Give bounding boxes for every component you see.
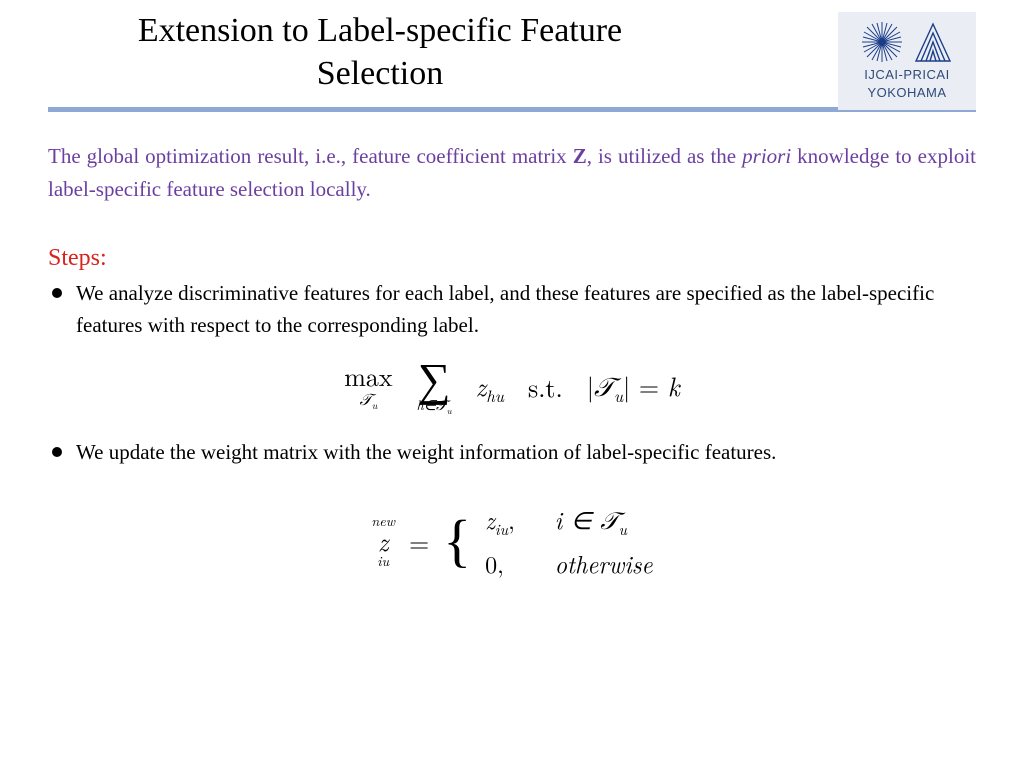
header: Extension to Label-specific Feature Sele… xyxy=(0,0,1024,112)
intro-ital: priori xyxy=(742,144,791,168)
step-2: We update the weight matrix with the wei… xyxy=(76,437,976,469)
eq2-c1-set-sub: u xyxy=(619,517,627,540)
eq1-st: s.t. xyxy=(528,368,563,405)
eq1-set-sub-b: u xyxy=(447,404,452,417)
triangle-icon xyxy=(913,21,953,63)
header-rule xyxy=(48,107,976,112)
eq1-sum-under-pre: h∈ xyxy=(417,395,436,415)
eq1-set-a: 𝒯 xyxy=(360,392,372,409)
eq2-c1-sub: iu xyxy=(495,517,508,540)
eq2-c1-comma: , xyxy=(508,502,515,536)
brace-icon: { xyxy=(443,515,471,567)
eq1-max: max xyxy=(344,363,392,389)
steps-list-2: We update the weight matrix with the wei… xyxy=(48,437,976,469)
steps-list: We analyze discriminative features for e… xyxy=(48,278,976,341)
eq2-c1-set: 𝒯 xyxy=(600,509,618,535)
intro-paragraph: The global optimization result, i.e., fe… xyxy=(48,140,976,205)
sigma-icon: ∑ xyxy=(418,359,451,396)
eq1-set-sub-c: u xyxy=(614,383,623,407)
conference-logo: IJCAI-PRICAI YOKOHAMA xyxy=(838,12,976,110)
eq2-c2-cond: otherwise xyxy=(555,546,653,580)
eq2-equals: = xyxy=(409,523,429,560)
eq1-set-b: 𝒯 xyxy=(436,399,447,414)
eq1-z: z xyxy=(476,367,487,404)
step-1: We analyze discriminative features for e… xyxy=(76,278,976,341)
logo-line-2: YOKOHAMA xyxy=(867,85,946,101)
slide: Extension to Label-specific Feature Sele… xyxy=(0,0,1024,768)
equation-2: new z iu = { ziu, i ∈ 𝒯u 0, otherwise xyxy=(0,502,1024,580)
eq2-c1-cond-pre: i ∈ xyxy=(555,502,600,536)
eq2-c1-z: z xyxy=(485,502,495,536)
intro-pre: The global optimization result, i.e., fe… xyxy=(48,144,573,168)
logo-icons xyxy=(861,21,953,63)
intro-mid: , is utilized as the xyxy=(587,144,742,168)
eq2-c2-val: 0, xyxy=(485,546,515,580)
steps-heading: Steps: xyxy=(48,245,976,272)
eq1-bar1: | xyxy=(587,367,594,404)
burst-icon xyxy=(861,21,903,63)
logo-line-1: IJCAI-PRICAI xyxy=(864,67,949,83)
eq1-set-c: 𝒯 xyxy=(594,373,614,402)
eq1-eq: = xyxy=(630,367,668,404)
eq1-k: k xyxy=(668,367,680,404)
slide-title: Extension to Label-specific Feature Sele… xyxy=(80,10,680,95)
eq1-z-sub: hu xyxy=(486,383,504,407)
eq1-set-sub-a: u xyxy=(372,398,378,413)
intro-bold: Z xyxy=(573,144,587,168)
equation-1: max 𝒯u ∑ h∈𝒯u zhu s.t. |𝒯u| = k xyxy=(0,359,1024,415)
eq2-sub: iu xyxy=(377,554,389,568)
